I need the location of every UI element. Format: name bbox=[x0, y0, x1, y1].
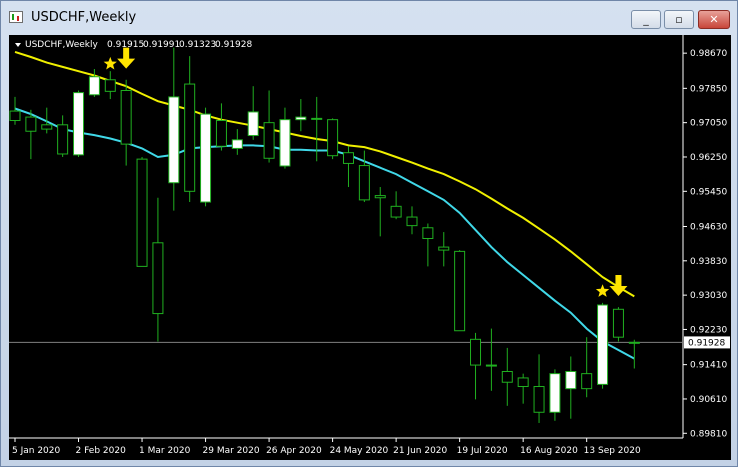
candle-body-bear bbox=[152, 242, 164, 315]
candle-body-bear bbox=[358, 165, 370, 201]
down-arrow-icon bbox=[609, 274, 628, 296]
candle-body-bull bbox=[88, 76, 100, 96]
candle-body-bear bbox=[104, 79, 116, 92]
candle-body-bear bbox=[406, 216, 418, 227]
candle-body-bear bbox=[120, 89, 132, 145]
title-bar[interactable]: USDCHF,Weekly _ ▫ ✕ bbox=[1, 1, 737, 33]
y-tick-label: 0.97050 bbox=[690, 119, 727, 129]
candle-body-bear bbox=[390, 205, 402, 218]
candle-body-bear bbox=[533, 386, 545, 413]
restore-button[interactable]: ▫ bbox=[664, 10, 694, 29]
star-icon bbox=[595, 284, 610, 297]
candle-body-bull bbox=[597, 304, 609, 385]
x-tick-label: 1 Mar 2020 bbox=[139, 446, 191, 456]
close-button[interactable]: ✕ bbox=[698, 10, 730, 29]
candle-body-bear bbox=[263, 122, 275, 159]
candle-body-bear bbox=[215, 120, 227, 147]
y-tick-label: 0.96250 bbox=[690, 153, 727, 163]
candle-body-bear bbox=[517, 377, 529, 388]
candle-body-bear bbox=[41, 124, 53, 130]
candle-body-bear bbox=[374, 195, 386, 199]
candle-body-bull bbox=[231, 139, 243, 149]
minimize-button[interactable]: _ bbox=[631, 10, 661, 29]
candle-body-bear bbox=[9, 110, 21, 122]
candle-body-bear bbox=[422, 227, 434, 240]
y-tick-label: 0.90610 bbox=[690, 395, 727, 405]
candle-body-bear bbox=[25, 116, 37, 132]
x-tick-label: 16 Aug 2020 bbox=[520, 446, 578, 456]
candle-body-bull bbox=[295, 116, 307, 121]
current-price-label: 0.91928 bbox=[688, 338, 725, 348]
candle-body-bear bbox=[581, 373, 593, 390]
x-tick-label: 21 Jun 2020 bbox=[393, 446, 447, 456]
x-tick-label: 13 Sep 2020 bbox=[584, 446, 641, 456]
header-dropdown-icon bbox=[15, 43, 21, 47]
ohlc-low: 0.91323 bbox=[179, 40, 216, 50]
down-arrow-icon bbox=[117, 47, 136, 69]
candle-body-bull bbox=[279, 119, 291, 167]
ohlc-open: 0.91915 bbox=[107, 40, 144, 50]
ohlc-symbol-label: USDCHF,Weekly bbox=[25, 40, 98, 50]
y-tick-label: 0.93830 bbox=[690, 257, 727, 267]
candle-body-bear bbox=[184, 83, 196, 192]
candle-body-bull bbox=[73, 92, 85, 156]
candle-body-bull bbox=[549, 373, 561, 413]
candle-body-bull bbox=[168, 96, 180, 184]
x-tick-label: 29 Mar 2020 bbox=[203, 446, 260, 456]
y-tick-label: 0.91410 bbox=[690, 361, 727, 371]
y-tick-label: 0.92230 bbox=[690, 325, 727, 335]
ohlc-high: 0.91991 bbox=[143, 40, 180, 50]
candle-body-bear bbox=[342, 152, 354, 164]
ma-fast-line bbox=[14, 107, 635, 360]
ohlc-close: 0.91928 bbox=[215, 40, 252, 50]
x-tick-label: 2 Feb 2020 bbox=[76, 446, 127, 456]
candle-body-bull bbox=[247, 111, 259, 137]
y-tick-label: 0.95450 bbox=[690, 187, 727, 197]
window-title: USDCHF,Weekly bbox=[31, 10, 137, 25]
x-tick-label: 5 Jan 2020 bbox=[12, 446, 60, 456]
candle-body-bull bbox=[311, 117, 323, 120]
star-icon bbox=[103, 56, 117, 70]
y-tick-label: 0.94630 bbox=[690, 222, 727, 232]
x-tick-label: 24 May 2020 bbox=[330, 446, 389, 456]
chart-window: USDCHF,Weekly _ ▫ ✕ 0.98670 0.97850 0.9705… bbox=[0, 0, 738, 467]
y-tick-label: 0.97850 bbox=[690, 84, 727, 94]
candle-body-bull bbox=[628, 341, 640, 344]
candle-body-bear bbox=[501, 371, 513, 383]
candle-body-bear bbox=[327, 119, 339, 157]
x-tick-label: 26 Apr 2020 bbox=[266, 446, 322, 456]
y-tick-label: 0.93030 bbox=[690, 291, 727, 301]
candle-body-bear bbox=[454, 250, 466, 332]
plot-area: 0.98670 0.97850 0.97050 0.96250 0.95450 0.946… bbox=[9, 35, 730, 456]
candle-body-bear bbox=[612, 308, 624, 338]
y-tick-label: 0.98670 bbox=[690, 49, 727, 59]
candle-body-bear bbox=[57, 124, 69, 155]
chart-window-icon bbox=[9, 11, 23, 23]
chart-area[interactable]: 0.98670 0.97850 0.97050 0.96250 0.95450 0.946… bbox=[9, 35, 731, 460]
x-tick-label: 19 Jul 2020 bbox=[457, 446, 508, 456]
candlestick-chart[interactable]: 0.98670 0.97850 0.97050 0.96250 0.95450 0.946… bbox=[9, 35, 731, 460]
candle-body-bear bbox=[438, 246, 450, 251]
candle-body-bear bbox=[470, 338, 482, 366]
candle-body-bull bbox=[565, 371, 577, 390]
candle-body-bear bbox=[136, 158, 148, 267]
y-tick-label: 0.89810 bbox=[690, 429, 727, 439]
candle-body-bull bbox=[200, 113, 212, 203]
candle-body-bull bbox=[485, 364, 497, 367]
